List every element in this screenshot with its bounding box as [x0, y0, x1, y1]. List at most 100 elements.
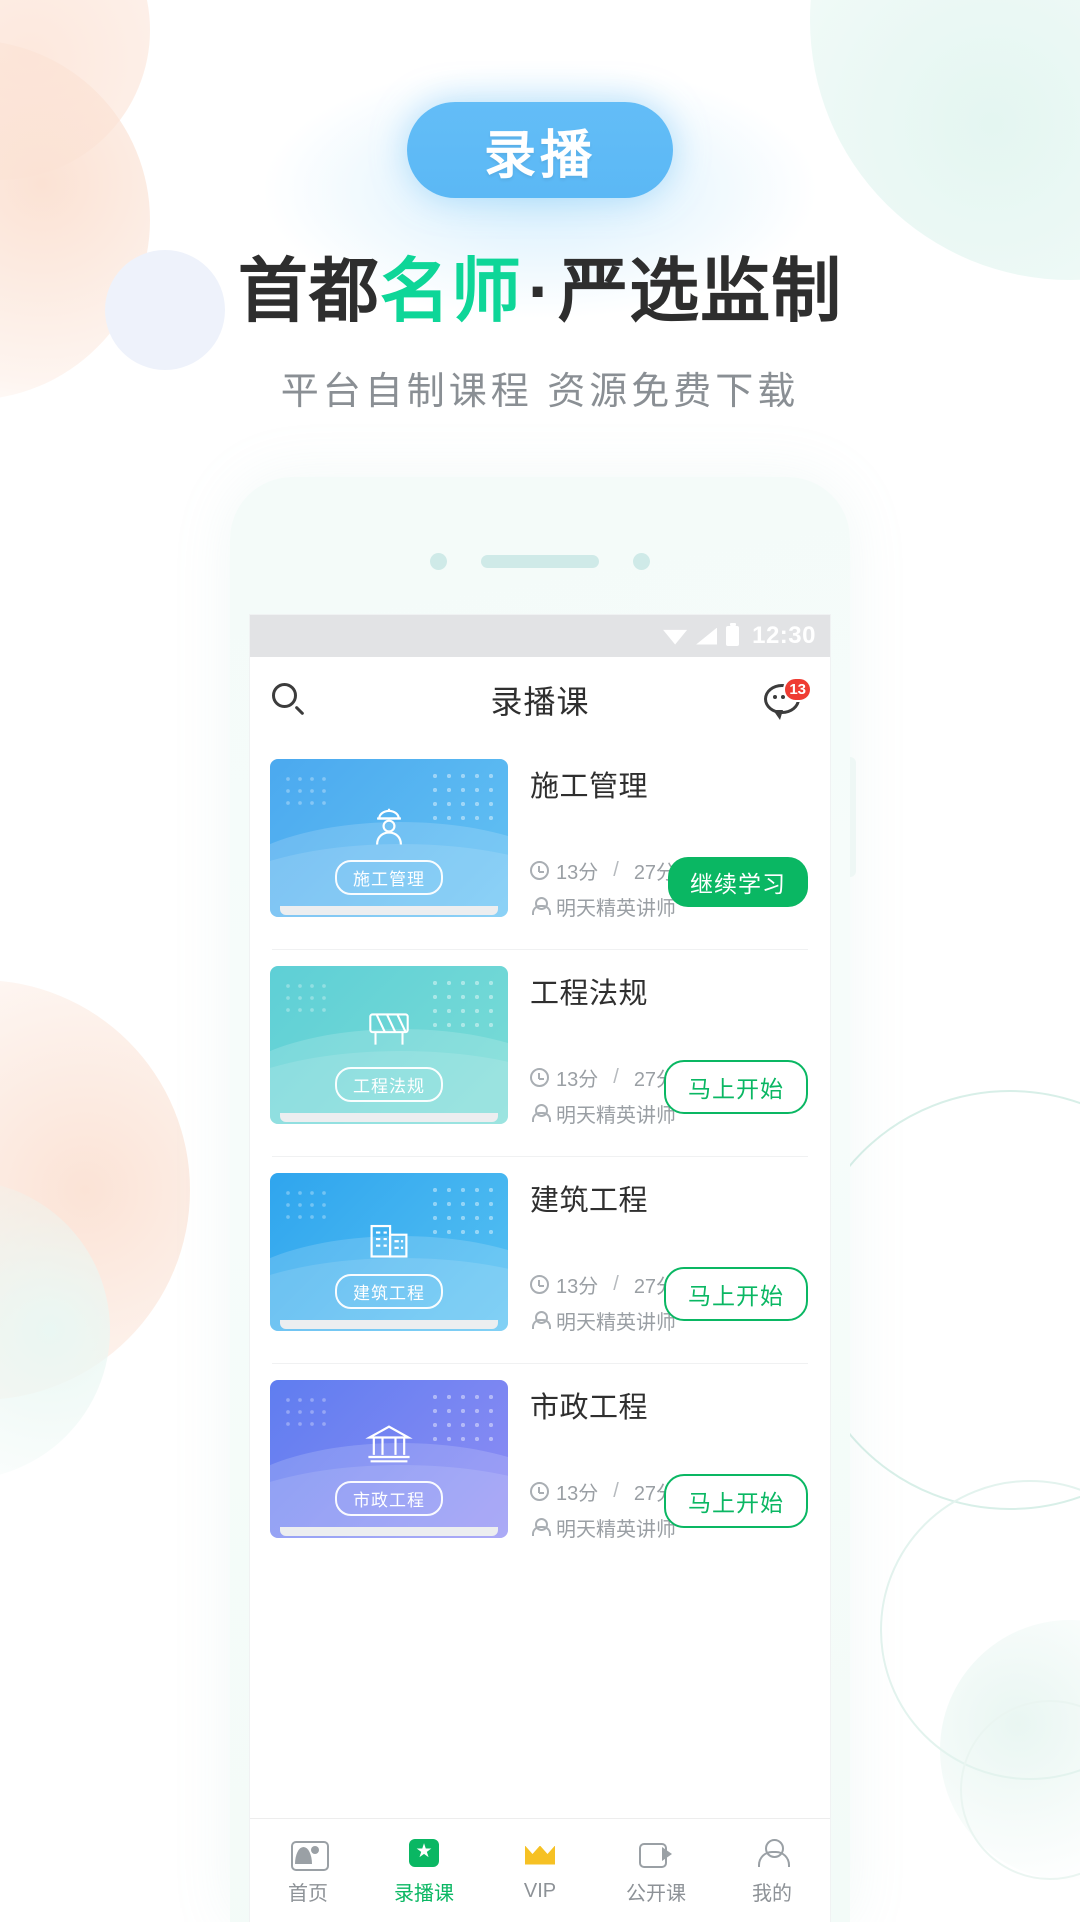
camera-dot-right — [633, 553, 650, 570]
home-icon — [289, 1836, 329, 1871]
course-title: 建筑工程 — [530, 1185, 649, 1217]
user-icon — [530, 897, 551, 916]
tab-vip[interactable]: VIP — [482, 1819, 598, 1922]
headline-separator: · — [527, 252, 553, 330]
chat-icon[interactable]: 13 — [764, 677, 812, 720]
tab-public-courses[interactable]: 公开课 — [598, 1819, 714, 1922]
course-thumbnail: 市政工程 — [270, 1380, 508, 1538]
hero-subtitle: 平台自制课程 资源免费下载 — [280, 371, 800, 413]
bank-icon — [270, 1420, 508, 1468]
tab-recorded-courses[interactable]: 录播课 — [366, 1819, 482, 1922]
course-duration: 13分 / 27分 — [530, 1063, 676, 1092]
thumbnail-shadow — [280, 906, 498, 915]
course-info: 施工管理 13分 / 27分 明天精英讲师 继续学习 — [508, 759, 810, 937]
wifi-icon — [663, 629, 688, 645]
building-icon — [270, 1213, 508, 1263]
course-duration: 13分 / 27分 — [530, 856, 676, 885]
phone-frame: 12:30 录播课 13 施工管理 施工管理 13分 / 27分 明天精英讲师 … — [230, 477, 856, 1922]
duration-done: 13分 — [556, 862, 599, 884]
course-thumbnail: 工程法规 — [270, 966, 508, 1124]
headline-part2: 严选监制 — [558, 252, 843, 330]
course-teacher: 明天精英讲师 — [530, 1306, 676, 1335]
course-info: 工程法规 13分 / 27分 明天精英讲师 马上开始 — [508, 966, 810, 1144]
status-bar: 12:30 — [250, 615, 830, 657]
bottom-navigation: 首页 录播课 VIP 公开课 — [250, 1818, 830, 1922]
hero-headline: 首都名师·严选监制 — [0, 256, 1080, 326]
crown-icon — [521, 1839, 559, 1873]
clock-icon — [530, 1068, 549, 1087]
thumbnail-tag: 施工管理 — [270, 860, 508, 895]
tab-label: 公开课 — [626, 1882, 686, 1905]
person-icon — [753, 1836, 791, 1870]
video-icon — [637, 1836, 675, 1870]
course-title: 工程法规 — [530, 978, 649, 1010]
clock-icon — [530, 1275, 549, 1294]
thumbnail-shadow — [280, 1113, 498, 1122]
user-icon — [530, 1104, 551, 1123]
course-teacher: 明天精英讲师 — [530, 1513, 676, 1542]
tab-label: VIP — [523, 1879, 557, 1902]
course-action-button[interactable]: 马上开始 — [664, 1060, 808, 1114]
clock-icon — [530, 861, 549, 880]
course-teacher: 明天精英讲师 — [530, 1099, 676, 1128]
hero-badge-row: 录播 — [0, 0, 1080, 198]
thumbnail-tag: 工程法规 — [270, 1067, 508, 1102]
list-item[interactable]: 建筑工程 建筑工程 13分 / 27分 明天精英讲师 马上开始 — [250, 1157, 830, 1351]
duration-done: 13分 — [556, 1276, 599, 1298]
tab-profile[interactable]: 我的 — [714, 1819, 830, 1922]
course-info: 建筑工程 13分 / 27分 明天精英讲师 马上开始 — [508, 1173, 810, 1351]
course-thumbnail: 施工管理 — [270, 759, 508, 917]
speaker-slot — [481, 555, 599, 568]
duration-separator: / — [613, 1066, 619, 1088]
teacher-name: 明天精英讲师 — [556, 1105, 676, 1127]
clock-icon — [530, 1482, 549, 1501]
phone-notch — [230, 553, 850, 570]
list-item[interactable]: 市政工程 市政工程 13分 / 27分 明天精英讲师 马上开始 — [250, 1364, 830, 1558]
thumbnail-shadow — [280, 1527, 498, 1536]
duration-done: 13分 — [556, 1483, 599, 1505]
course-action-button[interactable]: 马上开始 — [664, 1267, 808, 1321]
hero-badge-label: 录播 — [483, 126, 596, 185]
signal-icon — [696, 627, 718, 645]
user-icon — [530, 1518, 551, 1537]
headline-part1: 首都 — [237, 252, 380, 330]
course-action-button[interactable]: 马上开始 — [664, 1474, 808, 1528]
duration-separator: / — [613, 1273, 619, 1295]
thumbnail-shadow — [280, 1320, 498, 1329]
course-duration: 13分 / 27分 — [530, 1477, 676, 1506]
phone-mockup-area: 12:30 录播课 13 施工管理 施工管理 13分 / 27分 明天精英讲师 … — [0, 477, 1080, 1922]
hero-badge: 录播 — [407, 102, 673, 198]
course-title: 市政工程 — [530, 1392, 649, 1424]
tab-label: 录播课 — [394, 1882, 454, 1905]
course-title: 施工管理 — [530, 771, 649, 803]
star-icon — [405, 1836, 443, 1870]
worker-icon — [270, 799, 508, 851]
duration-separator: / — [613, 859, 619, 881]
phone-screen: 12:30 录播课 13 施工管理 施工管理 13分 / 27分 明天精英讲师 … — [250, 615, 830, 1922]
app-header: 录播课 13 — [250, 657, 830, 743]
teacher-name: 明天精英讲师 — [556, 898, 676, 920]
camera-dot-left — [430, 553, 447, 570]
teacher-name: 明天精英讲师 — [556, 1519, 676, 1541]
course-thumbnail: 建筑工程 — [270, 1173, 508, 1331]
course-action-button[interactable]: 继续学习 — [668, 857, 808, 907]
duration-separator: / — [613, 1480, 619, 1502]
course-info: 市政工程 13分 / 27分 明天精英讲师 马上开始 — [508, 1380, 810, 1558]
course-list: 施工管理 施工管理 13分 / 27分 明天精英讲师 继续学习 工程法规 工程法… — [250, 743, 830, 1558]
user-icon — [530, 1311, 551, 1330]
page-title: 录播课 — [490, 684, 590, 720]
status-time: 12:30 — [752, 622, 816, 649]
course-teacher: 明天精英讲师 — [530, 892, 676, 921]
list-item[interactable]: 工程法规 工程法规 13分 / 27分 明天精英讲师 马上开始 — [250, 950, 830, 1144]
barrier-icon — [270, 1006, 508, 1052]
thumbnail-tag: 市政工程 — [270, 1481, 508, 1516]
course-duration: 13分 / 27分 — [530, 1270, 676, 1299]
tab-label: 首页 — [288, 1882, 328, 1905]
duration-done: 13分 — [556, 1069, 599, 1091]
tab-home[interactable]: 首页 — [250, 1819, 366, 1922]
list-item[interactable]: 施工管理 施工管理 13分 / 27分 明天精英讲师 继续学习 — [250, 743, 830, 937]
thumbnail-tag: 建筑工程 — [270, 1274, 508, 1309]
chat-unread-badge: 13 — [783, 677, 812, 702]
teacher-name: 明天精英讲师 — [556, 1312, 676, 1334]
tab-label: 我的 — [752, 1882, 792, 1905]
